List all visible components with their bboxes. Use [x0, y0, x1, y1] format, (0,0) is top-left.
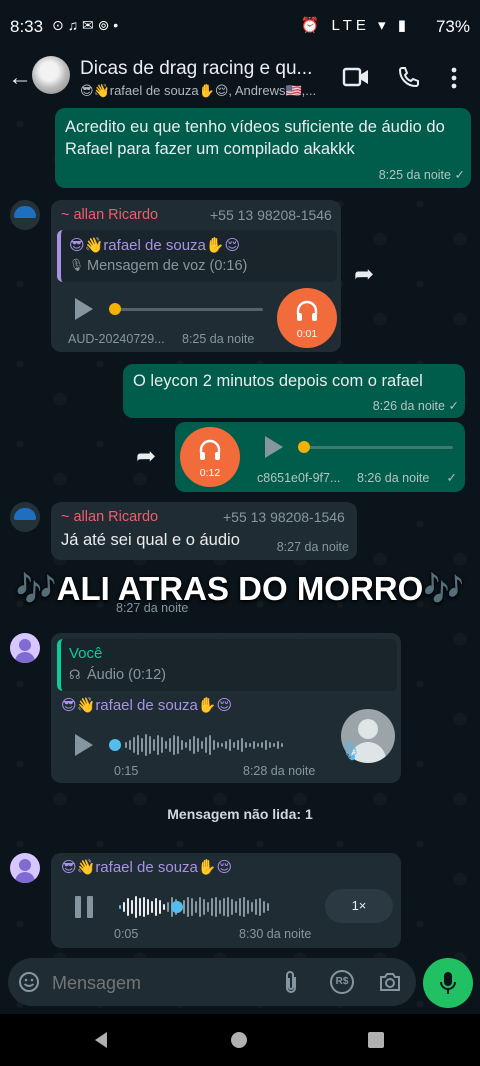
mic-icon: 🎙: [339, 741, 362, 761]
message-text: Já até sei qual e o áudio: [61, 531, 240, 549]
pause-icon[interactable]: [75, 896, 81, 918]
read-check-icon: ✓: [448, 399, 459, 413]
play-icon[interactable]: [75, 298, 93, 320]
headphones-icon: [296, 300, 318, 321]
audio-progress-handle[interactable]: [109, 303, 121, 315]
nav-home-icon[interactable]: [231, 1032, 247, 1048]
sender-phone: +55 13 98208-1546: [210, 207, 332, 223]
audio-file-name: AUD-20240729...: [68, 332, 165, 346]
battery-level: 73%: [435, 17, 470, 36]
playback-speed-button[interactable]: 1×: [325, 889, 393, 923]
nav-back-icon[interactable]: [92, 1031, 110, 1049]
video-call-icon[interactable]: [342, 66, 370, 88]
sender-name[interactable]: 😎👋rafael de souza✋😌: [61, 696, 232, 714]
sender-avatar[interactable]: [10, 200, 40, 230]
audio-duration: 0:01: [296, 328, 318, 340]
audio-progress-handle[interactable]: [298, 441, 310, 453]
play-icon[interactable]: [265, 436, 283, 458]
sender-avatar[interactable]: [10, 633, 40, 663]
message-time: 8:25 da noite: [182, 332, 255, 346]
read-check-icon: ✓: [454, 168, 465, 182]
more-vertical-icon[interactable]: [448, 66, 460, 90]
message-outgoing[interactable]: Acredito eu que tenho vídeos suficiente …: [55, 108, 471, 188]
message-incoming-audio[interactable]: 😎👋rafael de souza✋😌 1× 0:05 8:30 da noit…: [51, 853, 401, 948]
chat-header: ← Dicas de drag racing e qu... 😎👋rafael …: [0, 50, 480, 106]
mic-button[interactable]: [423, 958, 473, 1008]
signal-icons: ⏰ LTE ▾ ▮: [300, 17, 410, 34]
audio-elapsed: 0:05: [114, 927, 139, 941]
sender-avatar[interactable]: [10, 502, 40, 532]
headphones-icon: [199, 439, 221, 460]
video-caption-overlay: 🎶ALI ATRAS DO MORRO🎶: [15, 570, 465, 607]
audio-file-avatar: 0:12: [180, 427, 240, 487]
message-time: 8:25 da noite: [378, 168, 451, 182]
audio-duration: 0:12: [199, 467, 221, 479]
sender-phone: +55 13 98208-1546: [223, 509, 345, 525]
message-text: Acredito eu que tenho vídeos suficiente …: [65, 118, 445, 158]
message-incoming-audio[interactable]: ~ allan Ricardo +55 13 98208-1546 😎👋rafa…: [51, 200, 341, 352]
message-text: O leycon 2 minutos depois com o rafael: [133, 372, 423, 390]
message-time: 8:26 da noite: [357, 471, 430, 485]
audio-file-name: c8651e0f-9f7...: [257, 471, 341, 485]
quoted-message[interactable]: 😎👋rafael de souza✋😌 🎙 Mensagem de voz (0…: [57, 230, 337, 282]
message-incoming-audio[interactable]: Você ☊ Áudio (0:12) 😎👋rafael de souza✋😌 …: [51, 633, 401, 783]
audio-progress-handle[interactable]: [171, 901, 183, 913]
notification-icons: ⊙ ♫ ✉ ⊚ •: [52, 17, 119, 33]
headphones-small-icon: ☊: [69, 667, 81, 682]
quote-author: 😎👋rafael de souza✋😌: [69, 237, 241, 254]
audio-waveform[interactable]: [119, 895, 319, 919]
message-time: 8:26 da noite: [372, 399, 445, 413]
quote-text: Mensagem de voz (0:16): [87, 258, 248, 274]
audio-progress-track[interactable]: [113, 308, 263, 311]
mic-small-icon: 🎙: [69, 258, 85, 272]
quoted-message[interactable]: Você ☊ Áudio (0:12): [57, 639, 397, 691]
emoji-icon[interactable]: [18, 971, 40, 993]
message-input-bar: R$: [8, 958, 416, 1006]
camera-icon[interactable]: [378, 971, 402, 993]
read-check-icon: ✓: [446, 471, 457, 485]
audio-file-avatar: 0:01: [277, 288, 337, 348]
audio-waveform[interactable]: [125, 733, 325, 757]
chat-title[interactable]: Dicas de drag racing e qu...: [80, 58, 312, 80]
sender-name[interactable]: 😎👋rafael de souza✋😌: [61, 858, 232, 876]
message-time: 8:28 da noite: [243, 764, 316, 778]
forward-icon[interactable]: ➦: [354, 260, 374, 289]
sender-avatar[interactable]: [10, 853, 40, 883]
chat-members[interactable]: 😎👋rafael de souza✋😌, Andrews🇺🇸,...: [80, 83, 316, 99]
status-bar: 8:33 ⊙ ♫ ✉ ⊚ • ⏰ LTE ▾ ▮ 73%: [0, 0, 480, 56]
message-outgoing[interactable]: O leycon 2 minutos depois com o rafael 8…: [123, 364, 465, 418]
forward-icon[interactable]: ➦: [136, 442, 156, 471]
message-time: 8:27 da noite: [276, 540, 349, 554]
quote-text: Áudio (0:12): [87, 667, 166, 683]
message-outgoing-audio[interactable]: 0:12 c8651e0f-9f7... 8:26 da noite ✓: [175, 422, 465, 492]
audio-elapsed: 0:15: [114, 764, 139, 778]
sender-name[interactable]: ~ allan Ricardo: [61, 509, 158, 525]
arrow-left-icon[interactable]: ←: [8, 64, 32, 92]
phone-icon[interactable]: [397, 65, 421, 89]
sender-name[interactable]: ~ allan Ricardo: [61, 207, 158, 223]
system-nav-bar: [0, 1014, 480, 1066]
quote-author: Você: [69, 645, 103, 662]
attach-icon[interactable]: [282, 970, 300, 996]
message-time: 8:30 da noite: [239, 927, 312, 941]
audio-progress-handle[interactable]: [109, 739, 121, 751]
mic-icon: [440, 972, 456, 994]
nav-recents-icon[interactable]: [368, 1032, 384, 1048]
payment-icon[interactable]: R$: [330, 970, 354, 994]
audio-progress-track[interactable]: [303, 446, 453, 449]
group-avatar[interactable]: [32, 56, 70, 94]
unread-divider: Mensagem não lida: 1: [167, 806, 313, 822]
message-incoming[interactable]: ~ allan Ricardo +55 13 98208-1546 Já até…: [51, 502, 357, 560]
message-input[interactable]: [50, 966, 274, 1000]
play-icon[interactable]: [75, 734, 93, 756]
status-time: 8:33: [10, 17, 44, 36]
